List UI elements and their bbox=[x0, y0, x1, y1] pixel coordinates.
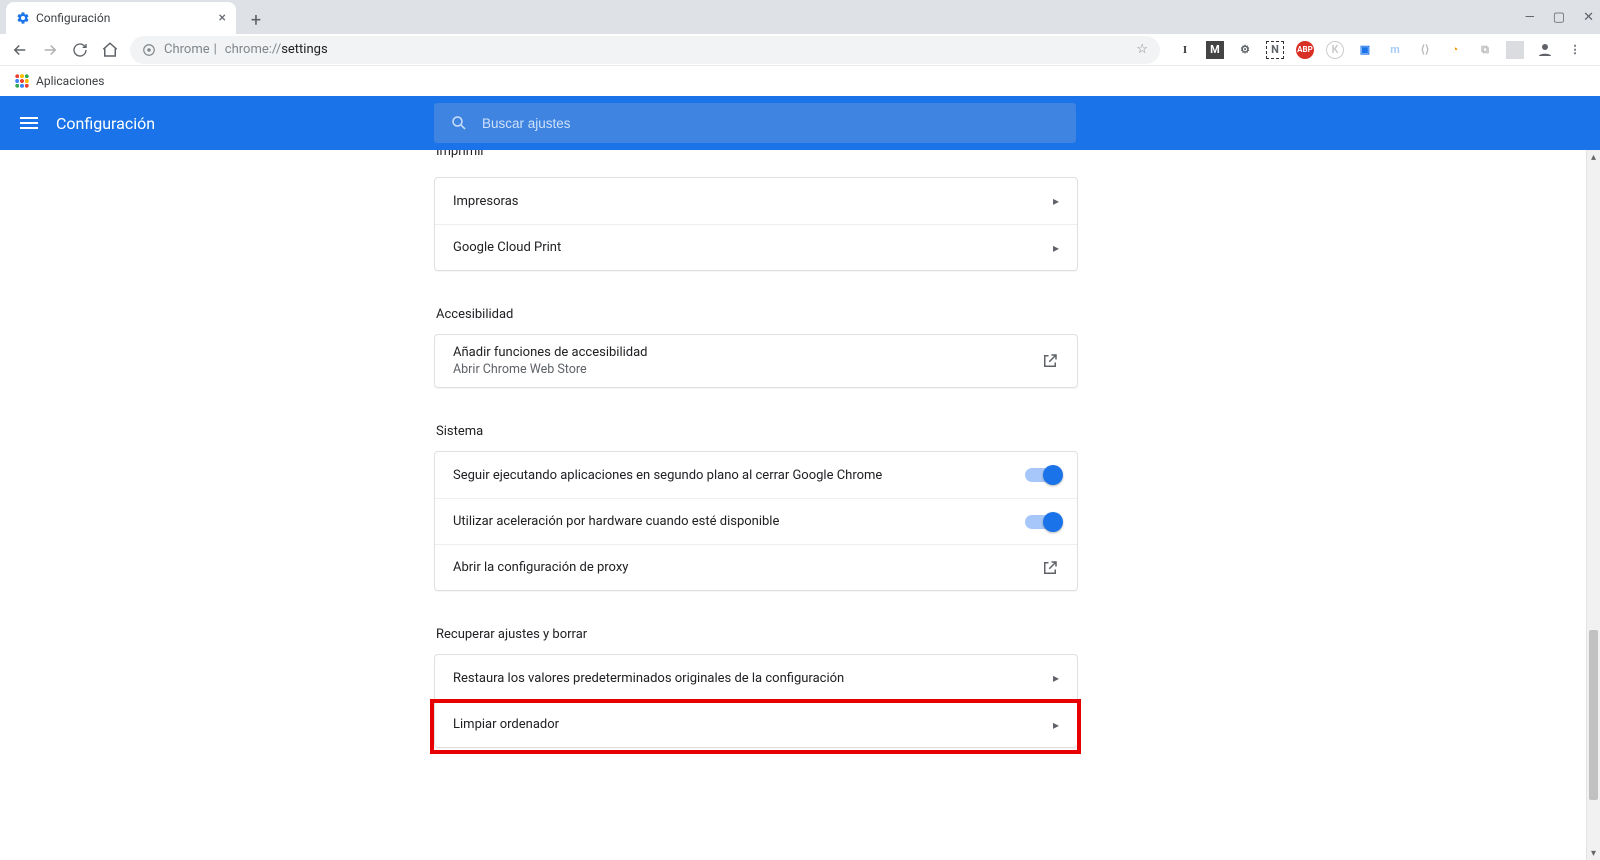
row-proxy-settings[interactable]: Abrir la configuración de proxy bbox=[435, 544, 1077, 590]
search-icon bbox=[450, 114, 468, 132]
window-controls: — ▢ ✕ bbox=[1525, 0, 1594, 34]
section-title-accessibility: Accesibilidad bbox=[434, 307, 1078, 322]
extension-icon[interactable]: ◔ bbox=[1446, 41, 1464, 59]
extension-icon[interactable]: ▣ bbox=[1356, 41, 1374, 59]
extension-icon[interactable]: K bbox=[1326, 41, 1344, 59]
section-title-system: Sistema bbox=[434, 424, 1078, 439]
system-card: Seguir ejecutando aplicaciones en segund… bbox=[434, 451, 1078, 591]
extension-icon[interactable]: ⟨⟩ bbox=[1416, 41, 1434, 59]
bookmarks-bar: Aplicaciones bbox=[0, 66, 1600, 96]
chevron-right-icon: ▸ bbox=[1053, 241, 1059, 255]
scrollbar-thumb[interactable] bbox=[1589, 630, 1598, 800]
tab-strip: Configuración × + — ▢ ✕ bbox=[0, 0, 1600, 34]
extension-icon[interactable]: ABP bbox=[1296, 41, 1314, 59]
chrome-page-icon bbox=[142, 43, 156, 57]
extension-icon[interactable]: m bbox=[1386, 41, 1404, 59]
home-button[interactable] bbox=[100, 40, 120, 60]
gear-icon bbox=[16, 11, 30, 25]
forward-button[interactable] bbox=[40, 40, 60, 60]
row-restore-defaults[interactable]: Restaura los valores predeterminados ori… bbox=[435, 655, 1077, 701]
extension-icons: I M ⚙ N ABP K ▣ m ⟨⟩ ◔ ⧉ ⋮ bbox=[1170, 41, 1590, 59]
chevron-right-icon: ▸ bbox=[1053, 718, 1059, 732]
extension-icon[interactable]: ⚙ bbox=[1236, 41, 1254, 59]
tab-title: Configuración bbox=[36, 11, 213, 25]
scroll-down-icon[interactable]: ▾ bbox=[1587, 846, 1600, 860]
bookmark-star-icon[interactable]: ☆ bbox=[1136, 42, 1148, 57]
page-title: Configuración bbox=[56, 114, 155, 133]
new-tab-button[interactable]: + bbox=[242, 6, 270, 34]
row-add-accessibility[interactable]: Añadir funciones de accesibilidad Abrir … bbox=[435, 335, 1077, 387]
settings-header: Configuración bbox=[0, 96, 1600, 150]
address-bar[interactable]: Chrome | chrome://settings ☆ bbox=[130, 36, 1160, 64]
row-background-apps[interactable]: Seguir ejecutando aplicaciones en segund… bbox=[435, 452, 1077, 498]
row-hardware-accel[interactable]: Utilizar aceleración por hardware cuando… bbox=[435, 498, 1077, 544]
toggle-hardware-accel[interactable] bbox=[1025, 515, 1059, 529]
settings-search[interactable] bbox=[434, 103, 1076, 143]
row-printers[interactable]: Impresoras ▸ bbox=[435, 178, 1077, 224]
browser-tab[interactable]: Configuración × bbox=[6, 2, 236, 34]
vertical-scrollbar[interactable]: ▴ ▾ bbox=[1586, 150, 1600, 860]
row-cleanup-computer[interactable]: Limpiar ordenador ▸ bbox=[435, 701, 1077, 747]
close-icon[interactable]: × bbox=[219, 10, 226, 26]
section-title-reset: Recuperar ajustes y borrar bbox=[434, 627, 1078, 642]
toggle-background-apps[interactable] bbox=[1025, 468, 1059, 482]
row-cloud-print[interactable]: Google Cloud Print ▸ bbox=[435, 224, 1077, 270]
open-external-icon bbox=[1041, 352, 1059, 370]
extension-icon[interactable]: ⧉ bbox=[1476, 41, 1494, 59]
open-external-icon bbox=[1041, 559, 1059, 577]
back-button[interactable] bbox=[10, 40, 30, 60]
settings-search-input[interactable] bbox=[482, 116, 1060, 131]
apps-grid-icon[interactable] bbox=[14, 73, 30, 89]
close-window-icon[interactable]: ✕ bbox=[1583, 10, 1594, 25]
apps-bookmark[interactable]: Aplicaciones bbox=[36, 74, 104, 88]
reset-card: Restaura los valores predeterminados ori… bbox=[434, 654, 1078, 748]
url-scheme: Chrome bbox=[164, 42, 210, 57]
profile-avatar-icon[interactable] bbox=[1536, 41, 1554, 59]
reload-button[interactable] bbox=[70, 40, 90, 60]
scroll-up-icon[interactable]: ▴ bbox=[1587, 150, 1600, 164]
menu-icon[interactable]: ⋮ bbox=[1566, 41, 1584, 59]
print-card: Impresoras ▸ Google Cloud Print ▸ bbox=[434, 177, 1078, 271]
extension-icon[interactable]: M bbox=[1206, 41, 1224, 59]
section-title-print: Imprimir bbox=[434, 150, 1078, 159]
chevron-right-icon: ▸ bbox=[1053, 194, 1059, 208]
browser-toolbar: Chrome | chrome://settings ☆ I M ⚙ N ABP… bbox=[0, 34, 1600, 66]
settings-content: Imprimir Impresoras ▸ Google Cloud Print… bbox=[0, 150, 1600, 860]
maximize-icon[interactable]: ▢ bbox=[1553, 10, 1565, 25]
chevron-right-icon: ▸ bbox=[1053, 671, 1059, 685]
minimize-icon[interactable]: — bbox=[1525, 10, 1535, 25]
extension-icon[interactable]: I bbox=[1176, 41, 1194, 59]
accessibility-card: Añadir funciones de accesibilidad Abrir … bbox=[434, 334, 1078, 388]
hamburger-icon[interactable] bbox=[20, 117, 38, 129]
extension-icon[interactable]: N bbox=[1266, 41, 1284, 59]
